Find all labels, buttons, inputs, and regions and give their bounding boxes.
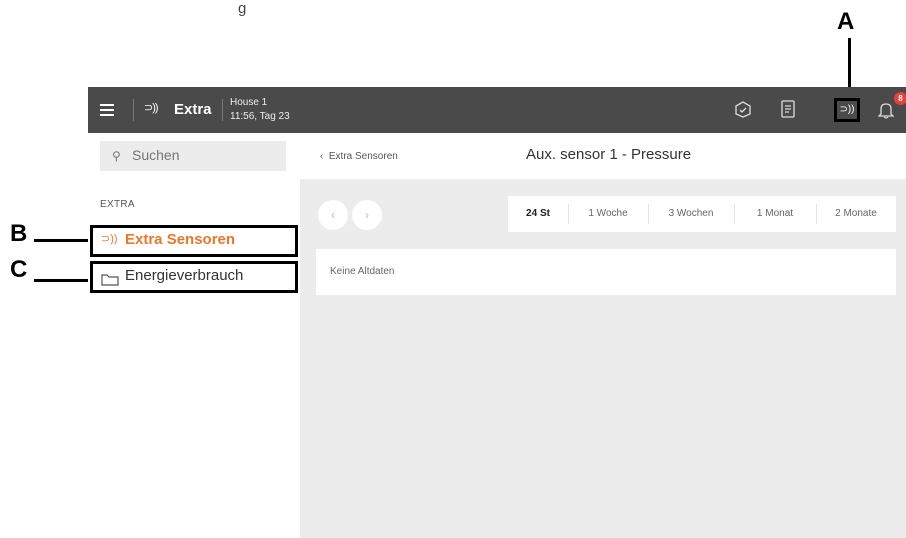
tab-2-monate[interactable]: 2 Monate	[816, 196, 896, 232]
sidebar-item-extra-sensoren[interactable]: ⊃)) Extra Sensoren	[90, 225, 298, 257]
tab-1-woche[interactable]: 1 Woche	[568, 196, 648, 232]
tab-24-st[interactable]: 24 St	[508, 196, 568, 232]
history-card: Keine Altdaten	[316, 249, 896, 295]
box-check-icon[interactable]	[734, 100, 752, 118]
tab-3-wochen[interactable]: 3 Wochen	[648, 196, 734, 232]
tab-1-monat[interactable]: 1 Monat	[734, 196, 816, 232]
empty-state-message: Keine Altdaten	[330, 266, 395, 277]
page-title: Aux. sensor 1 - Pressure	[526, 146, 692, 163]
bell-icon[interactable]	[878, 101, 894, 119]
divider	[133, 99, 134, 121]
clipboard-icon[interactable]	[780, 99, 796, 119]
wireless-sensor-icon: ⊃))	[144, 102, 159, 114]
top-bar: ⊃)) Extra House 1 11:56, Tag 23 ⊃)) 8	[88, 87, 906, 133]
menu-icon[interactable]	[98, 100, 118, 120]
callout-line-b	[34, 239, 94, 242]
sidebar-item-label: Energieverbrauch	[125, 267, 244, 284]
divider	[222, 99, 223, 121]
callout-label-a: A	[837, 8, 855, 35]
folder-icon	[101, 274, 119, 286]
content-header: ‹ Extra Sensoren Aux. sensor 1 - Pressur…	[300, 133, 906, 179]
next-button[interactable]: ›	[352, 200, 382, 230]
document-caption-fragment: g	[238, 0, 247, 17]
sidebar-item-label: Extra Sensoren	[125, 231, 236, 248]
callout-label-c: C	[10, 256, 28, 283]
mode-title: Extra	[174, 101, 212, 118]
callout-label-b: B	[10, 220, 28, 247]
house-name: House 1	[230, 97, 268, 108]
app-window: ⊃)) Extra House 1 11:56, Tag 23 ⊃)) 8 ⚲ …	[88, 87, 906, 538]
chevron-right-icon: ›	[365, 208, 369, 222]
sidebar: ⚲ EXTRA ⊃)) Extra Sensoren Energieverbra…	[88, 133, 300, 538]
main-content: ‹ Extra Sensoren Aux. sensor 1 - Pressur…	[300, 133, 906, 538]
game-time: 11:56, Tag 23	[230, 111, 290, 122]
back-link[interactable]: ‹ Extra Sensoren	[320, 151, 398, 162]
chevron-left-icon: ‹	[320, 151, 329, 162]
search-input[interactable]	[132, 147, 272, 163]
search-box[interactable]: ⚲	[100, 141, 286, 171]
notification-badge: 8	[894, 92, 906, 105]
back-link-label: Extra Sensoren	[328, 151, 398, 162]
sidebar-section-label: EXTRA	[100, 199, 135, 210]
previous-button[interactable]: ‹	[318, 200, 348, 230]
wireless-sensor-icon: ⊃))	[101, 233, 118, 245]
sidebar-item-energieverbrauch[interactable]: Energieverbrauch	[90, 261, 298, 293]
search-icon: ⚲	[112, 149, 121, 163]
time-range-tabs: 24 St 1 Woche 3 Wochen 1 Monat 2 Monate	[508, 196, 896, 232]
chevron-left-icon: ‹	[331, 208, 335, 222]
extra-sensors-button[interactable]: ⊃))	[834, 98, 860, 122]
callout-line-c	[34, 279, 94, 282]
wireless-sensor-icon: ⊃))	[839, 104, 855, 115]
